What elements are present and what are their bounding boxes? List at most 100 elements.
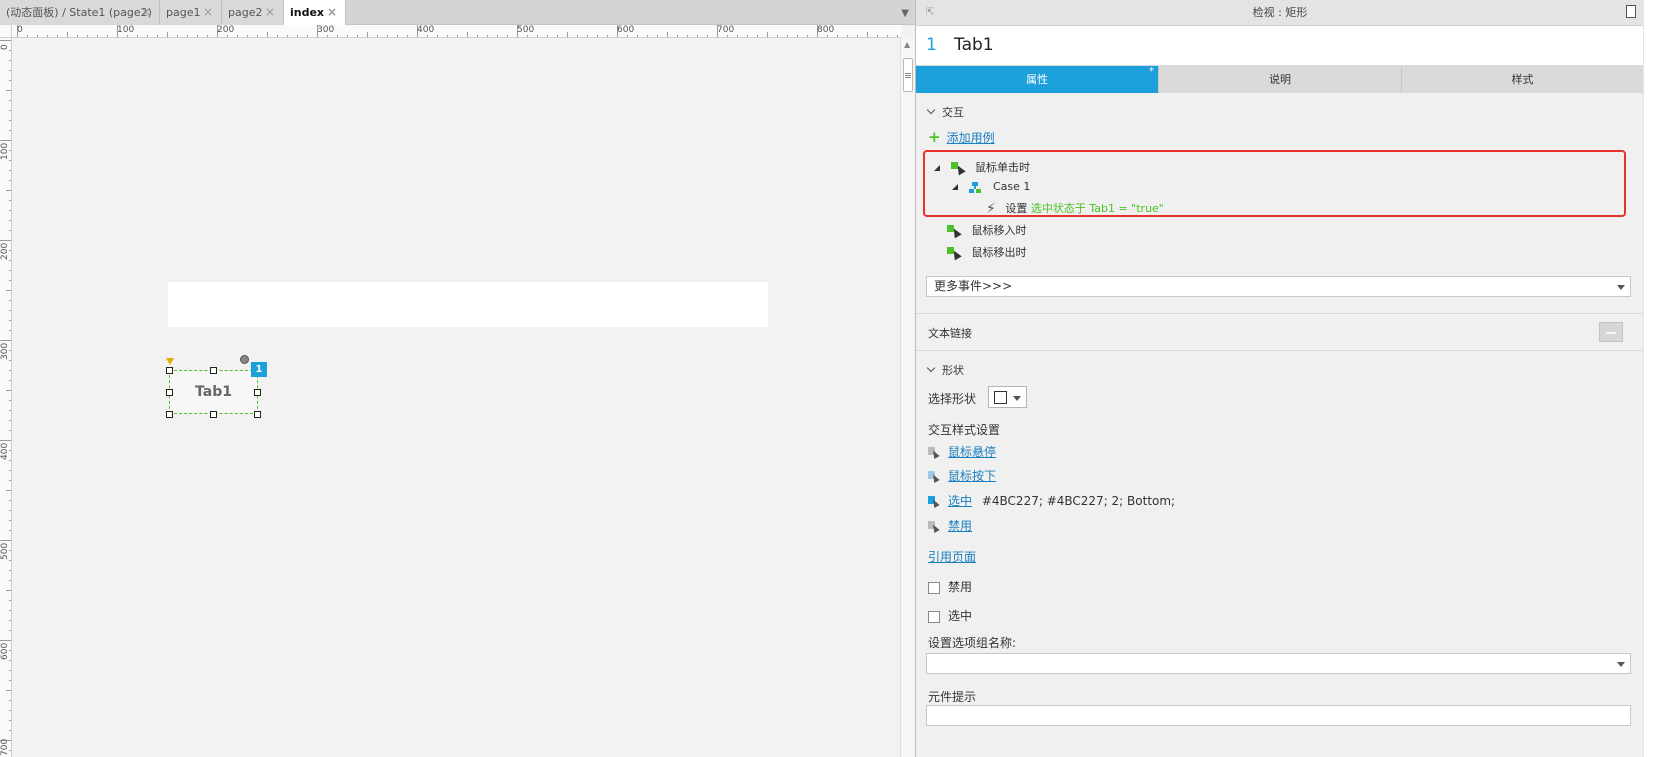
reference-page-label: 引用页面 [928,550,977,564]
reference-page-link[interactable]: 引用页面 [928,548,976,565]
tab-properties[interactable]: 属性 * [916,66,1159,93]
ruler-horizontal-ticks [17,25,898,37]
tooltip-label: 元件提示 [928,690,977,704]
document-tab-page1[interactable]: page1 × [160,0,222,25]
close-icon[interactable]: × [141,0,151,25]
canvas-rectangle-widget[interactable] [168,282,768,327]
expand-triangle-icon[interactable] [934,165,940,171]
style-disabled-link[interactable]: 禁用 [948,519,972,533]
event-onmouseenter[interactable]: 鼠标移入时 [947,222,1027,239]
widget-number: 1 [926,35,937,55]
dropdown-arrow-icon [1617,285,1625,290]
ruler-label: 200 [0,242,10,260]
case-item[interactable]: Case 1 [952,180,1030,193]
style-hover[interactable]: 鼠标悬停 [928,443,996,460]
scroll-up-arrow-icon[interactable]: ▲ [904,40,910,49]
dropdown-arrow-icon [1013,396,1021,401]
more-events-label: 更多事件>>> [934,279,1013,293]
style-hover-link[interactable]: 鼠标悬停 [948,445,996,459]
cursor-style-icon [928,446,940,459]
section-title: 形状 [942,364,964,377]
document-tab-label: page1 [166,6,201,19]
checkbox-label: 选中 [948,609,973,623]
lightning-icon: ⚡ [986,201,996,217]
inspector-title: 检视 : 矩形 [1252,6,1308,19]
shape-picker-dropdown[interactable] [988,386,1027,408]
modified-marker: * [1149,66,1154,77]
case-action[interactable]: ⚡ 设置 选中状态于 Tab1 = "true" [986,200,1164,217]
cursor-style-icon [928,495,940,508]
disabled-checkbox[interactable] [928,581,940,594]
resize-handle-bottom-left[interactable] [166,411,173,418]
style-mousedown-link[interactable]: 鼠标按下 [948,469,996,483]
ruler-label: 700 [0,738,10,756]
scrollbar-thumb[interactable] [903,58,913,92]
close-icon[interactable]: × [327,0,337,25]
app-window: (动态面板) / State1 (page2) × page1 × page2 … [0,0,1657,757]
ruler-label: 400 [417,25,435,35]
document-tab-label: page2 [228,6,263,19]
widget-name-field[interactable]: Tab1 [954,35,994,55]
text-link-button[interactable] [1599,322,1623,342]
more-events-dropdown[interactable]: 更多事件>>> [926,276,1631,297]
rectangle-shape-icon [994,391,1007,404]
resize-handle-bottom-right[interactable] [254,411,261,418]
selected-checkbox-row[interactable]: 选中 [928,607,972,624]
corner-radius-handle-icon[interactable] [166,358,174,365]
document-tab-page2[interactable]: page2 × [222,0,284,25]
shape-section-header[interactable]: 形状 [926,362,964,378]
cursor-style-icon [928,470,940,483]
tab-label: 属性 [1026,73,1048,86]
style-selected-link[interactable]: 选中 [948,494,972,508]
inspector-tabs: 属性 * 说明 样式 [916,66,1644,93]
page-icon[interactable] [1626,5,1636,18]
canvas-vertical-scrollbar[interactable]: ▲ [900,38,914,757]
ruler-corner [0,25,12,38]
style-selected-value: #4BC227; #4BC227; 2; Bottom; [981,494,1176,508]
rotate-handle-icon[interactable] [240,355,249,364]
resize-handle-middle-left[interactable] [166,389,173,396]
selected-checkbox[interactable] [928,610,940,623]
group-name-label: 设置选项组名称: [928,636,1017,650]
ruler-label: 100 [0,142,10,160]
close-icon[interactable]: × [203,0,213,25]
close-icon[interactable]: × [265,0,275,25]
style-disabled[interactable]: 禁用 [928,517,972,534]
ruler-label: 100 [117,25,135,35]
window-right-edge [1643,0,1657,757]
text-link-label: 文本链接 [928,327,972,340]
resize-handle-top-left[interactable] [166,367,173,374]
pin-icon[interactable]: ⇱ [926,0,934,26]
case-label: Case 1 [993,180,1031,193]
event-onclick[interactable]: 鼠标单击时 [934,159,1030,176]
ruler-vertical: 0 100 200 300 400 500 600 700 [0,38,12,757]
document-tab-index[interactable]: index × [284,0,346,25]
tab1-rectangle-widget[interactable]: Tab1 [169,370,258,414]
widget-label: Tab1 [195,384,232,400]
resize-handle-bottom-middle[interactable] [210,411,217,418]
ruler-label: 800 [817,25,835,35]
widget-name-row[interactable]: 1 Tab1 [916,26,1644,66]
disabled-checkbox-row[interactable]: 禁用 [928,578,972,595]
ruler-label: 700 [717,25,735,35]
tab-label: 样式 [1511,73,1534,86]
tab-style[interactable]: 样式 [1402,66,1644,93]
tab-notes[interactable]: 说明 [1159,66,1402,93]
tab-list-dropdown-icon[interactable]: ▼ [901,0,909,27]
interaction-section-header[interactable]: 交互 [926,104,964,120]
divider [916,350,1644,351]
inspector-header: ⇱ 检视 : 矩形 [916,0,1644,26]
tooltip-input[interactable] [926,705,1631,726]
resize-handle-middle-right[interactable] [254,389,261,396]
event-onmouseout[interactable]: 鼠标移出时 [947,244,1027,261]
ruler-label: 500 [517,25,535,35]
document-tab-dynamic-panel[interactable]: (动态面板) / State1 (page2) × [0,0,160,25]
style-mousedown[interactable]: 鼠标按下 [928,467,996,484]
event-cursor-icon [947,247,962,261]
expand-triangle-icon[interactable] [952,184,958,190]
style-selected[interactable]: 选中 #4BC227; #4BC227; 2; Bottom; [928,492,1175,509]
add-case-link[interactable]: + 添加用例 [928,128,995,146]
cursor-style-icon [928,520,940,533]
resize-handle-top-middle[interactable] [210,367,217,374]
group-name-dropdown[interactable] [926,653,1631,674]
